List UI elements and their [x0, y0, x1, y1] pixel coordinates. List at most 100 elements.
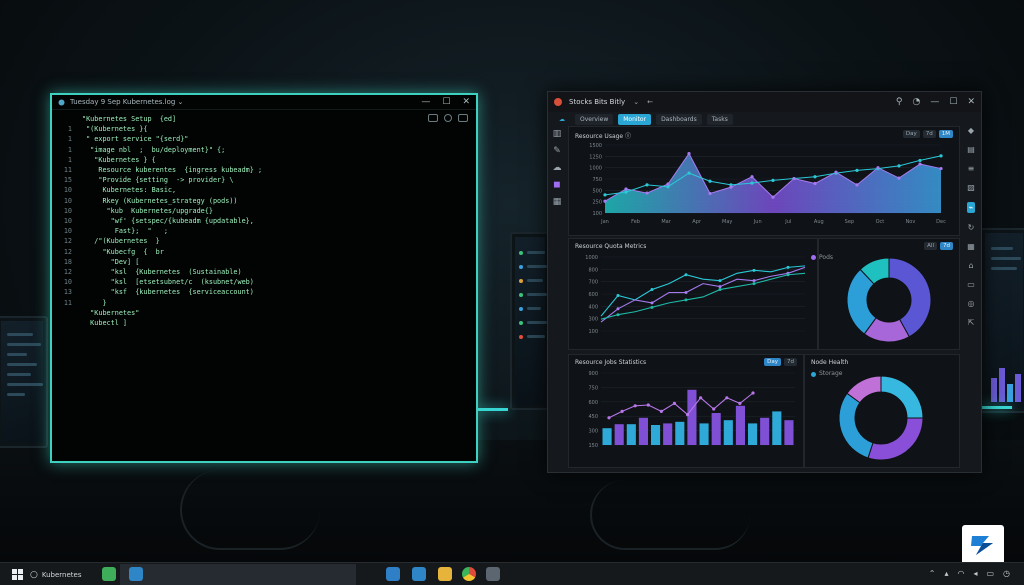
data-point [771, 195, 775, 199]
taskbar-search[interactable]: ○ Kubernetes [30, 566, 98, 583]
bar [748, 423, 758, 445]
explorer-taskbar-icon[interactable] [438, 567, 452, 581]
app-taskbar-icon[interactable] [486, 567, 500, 581]
data-point [684, 298, 688, 302]
stack-icon[interactable]: ≡ [968, 164, 975, 173]
data-point [897, 176, 901, 180]
data-point [699, 396, 703, 400]
terminal-window[interactable]: Tuesday 9 Sep Kubernetes.log ⌄ — ☐ ✕ "Ku… [50, 93, 478, 463]
data-point [750, 181, 754, 185]
link-icon[interactable]: ⌁ [966, 202, 976, 213]
bar [711, 413, 721, 445]
box-icon[interactable]: ◼ [553, 181, 560, 190]
tab-overview[interactable]: Overview [575, 113, 614, 125]
windows-start-button[interactable] [12, 569, 23, 580]
data-point [718, 288, 722, 292]
maximize-button[interactable]: ☐ [442, 97, 450, 107]
y-tick-label: 750 [588, 385, 598, 391]
dashboard-titlebar[interactable]: Stocks Bits Bitly ⌄ ← ⚲ ◔ — ☐ ✕ [548, 92, 981, 112]
diamond-icon[interactable]: ◆ [968, 126, 974, 135]
minimize-button[interactable]: — [421, 97, 430, 107]
panel-icon[interactable] [458, 114, 468, 122]
y-tick-label: 600 [588, 292, 598, 298]
line-text: "kub Kubernetes/upgrade{} [82, 206, 213, 215]
line-number: 12 [63, 247, 72, 256]
data-point [624, 190, 628, 194]
data-point [750, 175, 754, 179]
terminal-output[interactable]: "Kubernetes Setup {ed] 1 "(Kubernetes }{1… [58, 114, 318, 328]
y-tick-label: 250 [592, 200, 602, 206]
y-tick-label: 1500 [589, 143, 602, 149]
chevron-up-icon[interactable]: ⌃ [929, 569, 936, 578]
terminal-taskbar-icon[interactable] [129, 567, 143, 581]
chrome-taskbar-icon[interactable] [462, 567, 476, 581]
chart-icon[interactable]: ▥ [553, 130, 562, 139]
back-arrow-icon[interactable]: ← [647, 98, 653, 106]
terminal-title: Tuesday 9 Sep Kubernetes.log ⌄ [70, 98, 184, 106]
area-series [605, 153, 941, 213]
x-tick-label: Nov [906, 219, 916, 225]
line-text: /"(Kubernetes } [82, 237, 160, 246]
network-icon[interactable]: ▴ [944, 569, 948, 578]
terminal-line: "Kubernetes Setup {ed] [58, 114, 318, 124]
dashboard-window[interactable]: Stocks Bits Bitly ⌄ ← ⚲ ◔ — ☐ ✕ ☁ Overvi… [547, 91, 982, 473]
image-icon[interactable]: ▨ [967, 183, 975, 192]
terminal-line: Kubectl ] [58, 318, 318, 328]
data-point [603, 193, 607, 197]
volume-icon[interactable]: ◂ [973, 569, 977, 578]
document-icon[interactable]: ▤ [967, 145, 975, 154]
terminal-line: 13 "ksf {kubernetes {serviceaccount) [58, 287, 318, 297]
bell-icon[interactable]: ◔ [913, 97, 921, 107]
terminal-line: 18 "Dev] [ [58, 257, 318, 267]
user-icon[interactable]: ⚲ [896, 97, 903, 107]
y-tick-label: 150 [588, 443, 598, 449]
bar [626, 424, 636, 445]
folder-icon[interactable]: ▭ [967, 280, 975, 289]
line-text: "ksl [etsetsubnet/c (ksubnet/web) [82, 278, 254, 287]
terminal-line: 1 " export service "{serd}" [58, 134, 318, 144]
folder-taskbar-icon[interactable] [102, 567, 116, 581]
line-number: 10 [63, 186, 72, 195]
pods-pie-chart [846, 257, 932, 343]
terminal-line: 10 "ksl [etsetsubnet/c (ksubnet/web) [58, 277, 318, 287]
chevron-down-icon[interactable]: ⌄ [633, 98, 639, 106]
resource-quota-panel: Resource Quota Metrics 1000 800 700 600 400 3… [568, 238, 818, 350]
close-button[interactable]: ✕ [967, 97, 975, 107]
data-point [650, 288, 654, 292]
minimize-button[interactable]: — [930, 97, 939, 107]
data-point [792, 176, 796, 181]
data-point [633, 404, 637, 408]
tab-tasks[interactable]: Tasks [706, 113, 733, 125]
terminal-line: 10 Fast}; " ; [58, 226, 318, 236]
data-point [620, 409, 624, 413]
mail-taskbar-icon[interactable] [386, 567, 400, 581]
battery-icon[interactable]: ▭ [986, 569, 994, 578]
data-point [738, 401, 742, 405]
calendar-icon[interactable]: ▦ [967, 242, 975, 251]
grid-icon[interactable]: ▦ [553, 198, 562, 207]
data-point [712, 407, 716, 411]
tab-dashboards[interactable]: Dashboards [656, 113, 702, 125]
database-icon[interactable]: ◎ [968, 299, 975, 308]
y-tick-label: 1000 [585, 255, 598, 261]
cloud-icon[interactable]: ☁ [553, 164, 562, 173]
terminal-titlebar[interactable]: Tuesday 9 Sep Kubernetes.log ⌄ — ☐ ✕ [52, 95, 476, 110]
clock-icon[interactable]: ◷ [1003, 569, 1010, 578]
refresh-icon[interactable]: ↻ [968, 223, 975, 232]
line-number: 10 [63, 217, 72, 226]
line-text: "Dev] [ [82, 257, 140, 266]
terminal-line: 11 Resource kuberentes {ingress kubeadm}… [58, 165, 318, 175]
copy-icon[interactable] [428, 114, 438, 122]
tab-monitor[interactable]: Monitor [618, 113, 652, 125]
settings-icon[interactable] [444, 114, 452, 122]
export-icon[interactable]: ⇱ [968, 318, 975, 327]
bar [651, 425, 661, 445]
close-button[interactable]: ✕ [462, 97, 470, 107]
home-icon[interactable]: ⌂ [968, 261, 973, 270]
edit-icon[interactable]: ✎ [553, 147, 561, 156]
bar [784, 420, 794, 445]
store-taskbar-icon[interactable] [412, 567, 426, 581]
wifi-icon[interactable]: ◠ [957, 569, 964, 578]
data-point [646, 403, 650, 407]
maximize-button[interactable]: ☐ [949, 97, 957, 107]
